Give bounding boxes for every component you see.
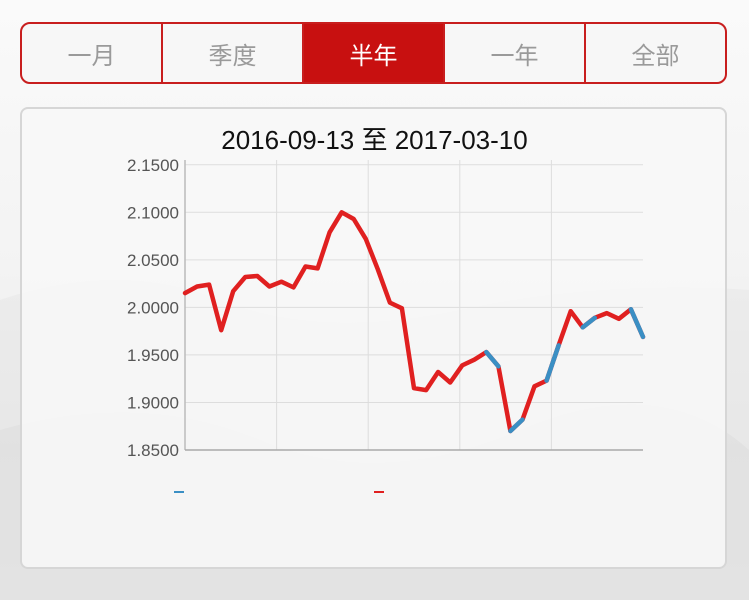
nav-line-chart: 2.1500 2.1000 2.0500 2.0000 1.9500 1.9000 1.85… (127, 156, 646, 493)
highlight-segment (628, 307, 646, 340)
y-tick-label: 1.9000 (127, 393, 179, 412)
y-tick-label: 2.1000 (127, 203, 179, 222)
y-tick-label: 2.1500 (127, 156, 179, 175)
y-tick-label: 2.0500 (127, 251, 179, 270)
y-tick-label: 1.9500 (127, 346, 179, 365)
highlight-segment (544, 343, 561, 383)
y-tick-label: 2.0000 (127, 298, 179, 317)
highlight-segment (484, 349, 501, 369)
nav-series-line (182, 210, 646, 434)
highlight-segment (508, 417, 525, 434)
highlight-segment (580, 315, 598, 330)
legend-swatch-blue (174, 491, 184, 493)
y-tick-label: 1.8500 (127, 441, 179, 460)
legend-swatch-red (374, 491, 384, 493)
